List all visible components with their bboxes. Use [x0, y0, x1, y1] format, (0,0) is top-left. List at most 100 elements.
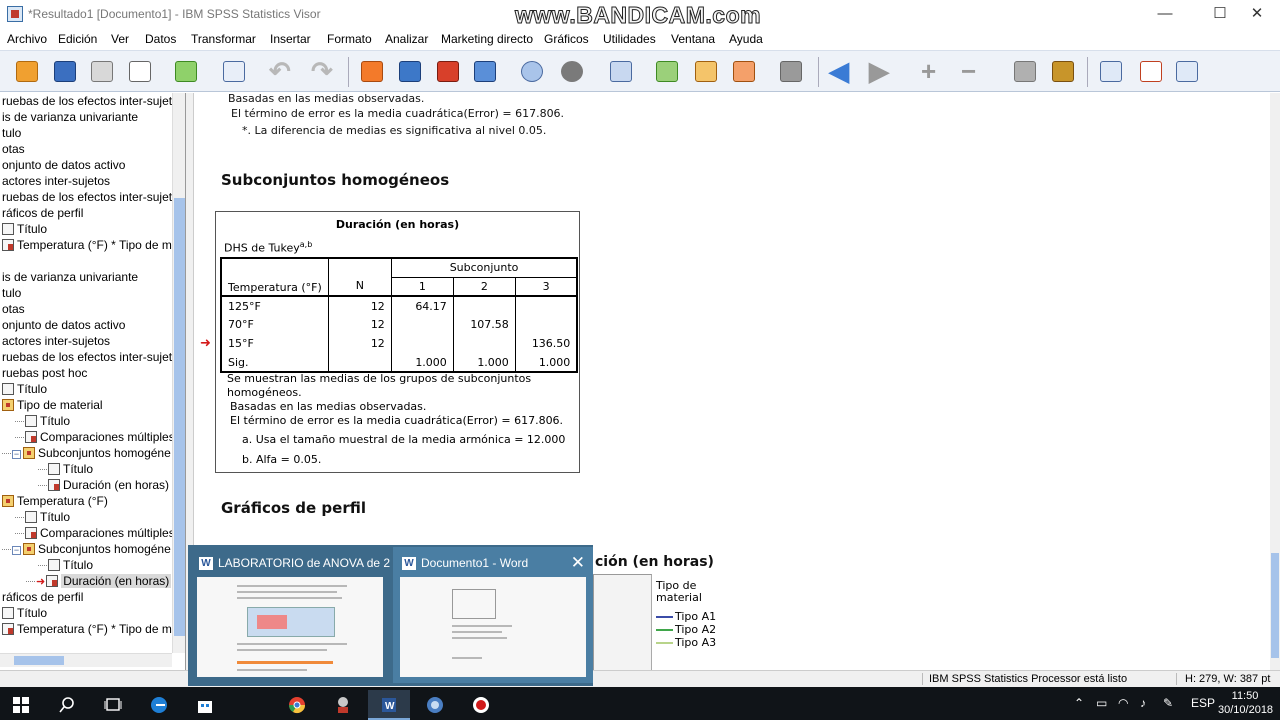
outline-item[interactable]: ráficos de perfil — [2, 206, 83, 222]
show-all-icon[interactable] — [557, 57, 587, 86]
close-button[interactable]: ✕ — [1234, 0, 1280, 29]
spss-taskbar-icon[interactable] — [414, 690, 456, 720]
outline-item[interactable]: Comparaciones múltiples — [15, 430, 175, 446]
outline-item[interactable]: Título — [2, 606, 47, 622]
outline-item[interactable]: ruebas de los efectos inter-sujeto — [2, 94, 179, 110]
battery-icon[interactable]: ▭ — [1096, 696, 1107, 710]
chrome-icon[interactable] — [276, 690, 318, 720]
undo-icon[interactable]: ↶ — [266, 57, 296, 86]
chevron-up-icon[interactable]: ⌃ — [1074, 696, 1084, 710]
designate-window-icon[interactable] — [517, 57, 547, 86]
recall-dialog-icon[interactable] — [219, 57, 249, 86]
start-button[interactable] — [0, 690, 42, 720]
redo-icon[interactable]: ↷ — [308, 57, 338, 86]
outline-item[interactable]: tulo — [2, 126, 21, 142]
outline-item[interactable]: Título — [15, 414, 70, 430]
volume-icon[interactable]: ♪ — [1140, 696, 1146, 710]
content-vertical-scrollbar[interactable] — [1270, 93, 1280, 670]
outline-item[interactable]: Temperatura (°F) * Tipo de ma — [2, 622, 179, 638]
outline-item[interactable]: Tipo de material — [2, 398, 103, 414]
outline-item[interactable]: onjunto de datos activo — [2, 318, 125, 334]
clock[interactable]: 11:50 30/10/2018 — [1218, 689, 1273, 717]
menu-marketing-directo[interactable]: Marketing directo — [441, 32, 533, 46]
menu-datos[interactable]: Datos — [145, 32, 176, 46]
variables-icon[interactable] — [470, 57, 500, 86]
outline-item[interactable]: Título — [38, 462, 93, 478]
menu-utilidades[interactable]: Utilidades — [603, 32, 656, 46]
scrollbar-thumb[interactable] — [1271, 553, 1279, 658]
word-taskbar-icon[interactable]: W — [368, 690, 410, 720]
tukey-table[interactable]: Duración (en horas) DHS de Tukeya,b Temp… — [215, 211, 580, 473]
outline-item[interactable]: actores inter-sujetos — [2, 334, 110, 350]
menu-graficos[interactable]: Gráficos — [544, 32, 589, 46]
goto-variable-icon[interactable] — [433, 57, 463, 86]
outline-vertical-scrollbar[interactable] — [172, 93, 185, 653]
outline-item[interactable]: Comparaciones múltiples — [15, 526, 175, 542]
word-window-thumbnail[interactable]: W LABORATORIO de ANOVA de 2 ... — [190, 547, 403, 683]
save-icon[interactable] — [50, 57, 80, 86]
scrollbar-thumb[interactable] — [174, 198, 185, 636]
title-icon[interactable] — [1136, 57, 1166, 86]
expand-icon[interactable] — [776, 57, 806, 86]
network-icon[interactable]: ◠ — [1118, 696, 1128, 710]
promote-icon[interactable] — [691, 57, 721, 86]
minimize-button[interactable]: — — [1142, 0, 1188, 29]
app-icon[interactable] — [322, 690, 364, 720]
collapse-icon[interactable]: − — [12, 450, 21, 459]
output-outline-pane[interactable]: ruebas de los efectos inter-sujeto is de … — [0, 93, 186, 670]
close-icon[interactable]: ✕ — [571, 553, 585, 573]
menu-insertar[interactable]: Insertar — [270, 32, 311, 46]
profile-chart[interactable] — [593, 574, 652, 670]
export-icon[interactable] — [171, 57, 201, 86]
scrollbar-thumb[interactable] — [14, 656, 64, 665]
outline-item[interactable]: ruebas de los efectos inter-sujeto — [2, 190, 179, 206]
text-icon[interactable] — [1172, 57, 1202, 86]
outline-item[interactable]: Duración (en horas) — [38, 478, 169, 494]
outline-item[interactable]: otas — [2, 142, 25, 158]
outline-item[interactable]: is de varianza univariante — [2, 110, 138, 126]
demote-icon[interactable] — [729, 57, 759, 86]
show-icon[interactable] — [1010, 57, 1040, 86]
outline-item[interactable]: is de varianza univariante — [2, 270, 138, 286]
goto-data-icon[interactable] — [357, 57, 387, 86]
outline-item[interactable]: otas — [2, 302, 25, 318]
outline-item[interactable]: ➜ Duración (en horas) — [26, 574, 172, 590]
search-icon[interactable] — [46, 690, 88, 720]
plus-icon[interactable]: + — [918, 57, 948, 86]
insert-output-icon[interactable] — [652, 57, 682, 86]
outline-item[interactable]: Título — [2, 222, 47, 238]
outline-item[interactable]: onjunto de datos activo — [2, 158, 125, 174]
heading-icon[interactable] — [1096, 57, 1126, 86]
collapse-icon[interactable]: − — [12, 546, 21, 555]
outline-item[interactable]: actores inter-sujetos — [2, 174, 110, 190]
menu-formato[interactable]: Formato — [327, 32, 372, 46]
outline-item[interactable]: Temperatura (°F) * Tipo de ma — [2, 238, 179, 254]
hide-book-icon[interactable] — [1048, 57, 1078, 86]
word-window-thumbnail-active[interactable]: W Documento1 - Word ✕ — [393, 547, 593, 683]
outline-item[interactable]: Título — [38, 558, 93, 574]
menu-archivo[interactable]: Archivo — [7, 32, 47, 46]
outline-item[interactable]: tulo — [2, 286, 21, 302]
outline-item[interactable]: − Subconjuntos homogéne — [2, 542, 171, 558]
task-view-icon[interactable] — [92, 690, 134, 720]
edge-icon[interactable] — [138, 690, 180, 720]
hide-icon[interactable] — [606, 57, 636, 86]
goto-case-icon[interactable] — [395, 57, 425, 86]
language-indicator[interactable]: ESP — [1191, 696, 1215, 710]
menu-transformar[interactable]: Transformar — [191, 32, 256, 46]
back-arrow-icon[interactable]: ◀ — [826, 57, 856, 86]
menu-analizar[interactable]: Analizar — [385, 32, 428, 46]
pen-icon[interactable]: ✎ — [1163, 696, 1173, 710]
print-icon[interactable] — [87, 57, 117, 86]
outline-item[interactable]: Título — [15, 510, 70, 526]
outline-item[interactable]: ruebas de los efectos inter-sujeto — [2, 350, 179, 366]
outline-item[interactable]: Temperatura (°F) — [2, 494, 108, 510]
store-icon[interactable] — [184, 690, 226, 720]
menu-edicion[interactable]: Edición — [58, 32, 97, 46]
bandicam-icon[interactable] — [460, 690, 502, 720]
outline-item[interactable]: − Subconjuntos homogéne — [2, 446, 171, 462]
open-icon[interactable] — [12, 57, 42, 86]
forward-arrow-icon[interactable]: ▶ — [866, 57, 896, 86]
outline-item[interactable]: Título — [2, 382, 47, 398]
menu-ayuda[interactable]: Ayuda — [729, 32, 763, 46]
